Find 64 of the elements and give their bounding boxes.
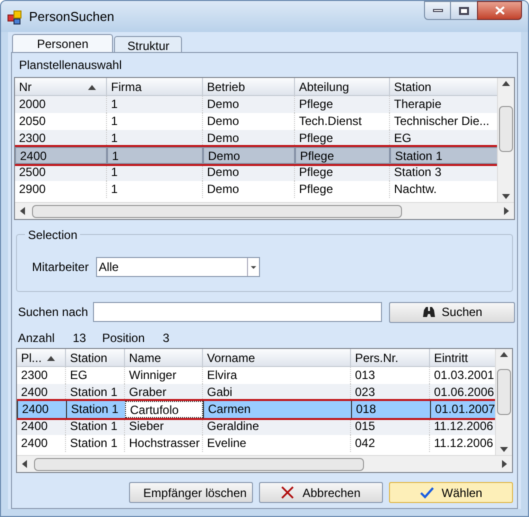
scroll-thumb[interactable] [499, 106, 513, 152]
table-cell: Eveline [203, 435, 351, 452]
table-cell: 1 [107, 181, 203, 198]
count-label: Position [102, 330, 145, 347]
scroll-left-icon [19, 207, 26, 215]
table-row[interactable]: 2400 1 Demo Pflege Station 1 [15, 147, 497, 164]
table-cell: Pflege [295, 147, 390, 164]
table-cell: 1 [107, 147, 203, 164]
employee-dropdown[interactable]: Alle [96, 257, 260, 277]
field-label: Suchen nach [18, 304, 90, 321]
scroll-thumb[interactable] [497, 369, 511, 415]
table-cell: 2400 [15, 147, 107, 164]
binoculars-icon [422, 306, 436, 318]
horizontal-scrollbar[interactable] [17, 455, 512, 472]
scroll-right-icon [501, 460, 508, 468]
scroll-up-icon [500, 351, 508, 358]
maximize-button[interactable] [451, 1, 477, 20]
count-value: 13 [72, 330, 86, 347]
table-row[interactable]: 2000 1 Demo Pflege Therapie [15, 96, 497, 113]
table-cell: Demo [203, 147, 295, 164]
horizontal-scrollbar[interactable] [15, 202, 514, 219]
table-cell: 2400 [17, 435, 66, 452]
close-icon [494, 6, 504, 15]
table-row[interactable]: 2400 Station 1 Cartufolo Carmen 018 01.01.2007 [17, 401, 495, 418]
table-cell: 018 [351, 401, 430, 418]
scroll-down-icon [502, 193, 510, 200]
window-title: PersonSuchen [29, 8, 114, 26]
scroll-thumb[interactable] [32, 204, 402, 218]
table-cell: Carmen [203, 401, 351, 418]
table-cell: 2900 [15, 181, 107, 198]
scroll-left-icon [21, 460, 28, 468]
scroll-down-icon [500, 446, 508, 453]
table-cell: Pflege [295, 181, 390, 198]
table-cell: Station 1 [390, 147, 497, 164]
vertical-scrollbar[interactable] [495, 349, 512, 455]
scroll-right-icon [503, 207, 510, 215]
checkmark-icon [420, 486, 434, 498]
app-icon [7, 8, 23, 24]
dropdown-arrow-icon [246, 258, 259, 276]
scroll-thumb[interactable] [34, 458, 364, 470]
table-cell: Station 1 [66, 435, 125, 452]
table-cell: 042 [351, 435, 430, 452]
search-field[interactable] [93, 302, 382, 322]
sort-ascending-icon [88, 84, 96, 90]
section-title: Planstellenauswahl [18, 57, 123, 74]
dialog-button[interactable]: Abbrechen [259, 482, 383, 503]
table-cell: Hochstrasser [125, 435, 203, 452]
close-button[interactable] [477, 1, 522, 20]
tab[interactable]: Struktur [114, 36, 182, 52]
dialog-button[interactable]: Wählen [389, 482, 513, 503]
vertical-scrollbar[interactable] [497, 78, 514, 202]
dialog-button[interactable]: Empfänger löschen [129, 482, 253, 503]
count-label: Anzahl [18, 330, 55, 347]
cross-icon [281, 486, 294, 499]
table-cell: Demo [203, 181, 295, 198]
tab[interactable]: Personen [12, 34, 114, 52]
count-value: 3 [162, 330, 170, 347]
minimize-button[interactable] [424, 1, 451, 20]
table-cell: 2400 [17, 401, 66, 418]
sort-ascending-icon [47, 354, 55, 362]
scroll-up-icon [502, 80, 510, 87]
field-label: Mitarbeiter [32, 259, 89, 276]
search-button[interactable]: Suchen [389, 302, 515, 322]
table-cell: Cartufolo [125, 401, 203, 418]
